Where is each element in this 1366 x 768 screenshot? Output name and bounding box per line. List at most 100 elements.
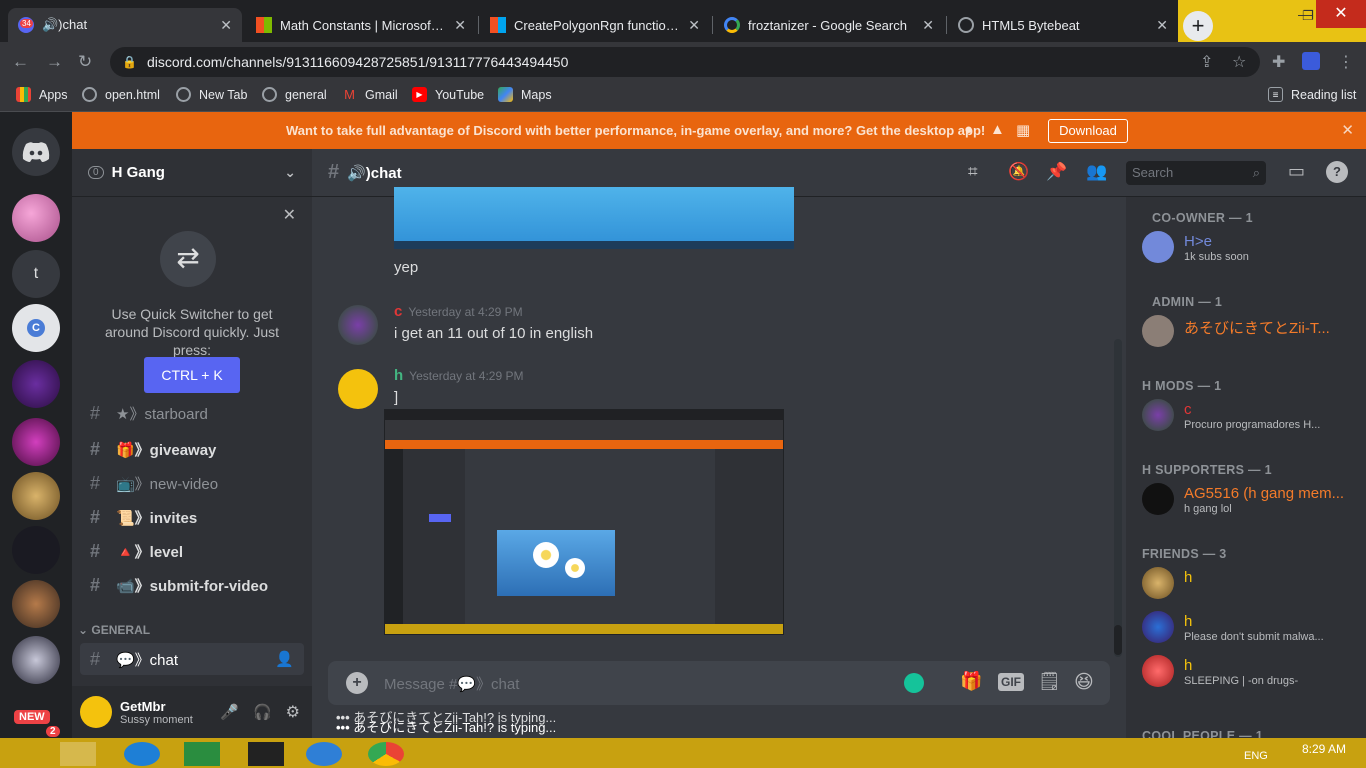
gift-icon[interactable]: 🎁 <box>960 671 982 692</box>
avatar[interactable] <box>338 369 378 409</box>
help-icon[interactable]: ? <box>1326 161 1348 183</box>
reading-list-button[interactable]: ≡ Reading list <box>1268 87 1356 102</box>
bookmark-new-tab[interactable]: New Tab <box>176 87 247 102</box>
close-tab-icon[interactable]: ✕ <box>688 17 700 34</box>
member-item[interactable]: あそびにきてとZii-T... <box>1142 311 1364 353</box>
channel-giveaway[interactable]: # 🎁》giveaway <box>80 433 304 465</box>
search-input[interactable]: Search ⌕ <box>1126 161 1266 185</box>
bookmark-maps[interactable]: Maps <box>498 87 552 102</box>
gif-button[interactable]: GIF <box>998 673 1024 691</box>
chrome-icon[interactable] <box>368 742 404 766</box>
message-input[interactable]: Message #💬》chat <box>384 673 519 694</box>
extensions-icon[interactable]: ✚ <box>1272 52 1285 72</box>
bookmark-apps[interactable]: Apps <box>16 87 68 102</box>
scrollbar-thumb[interactable] <box>1114 625 1122 655</box>
share-icon[interactable]: ⇪ <box>1200 52 1213 72</box>
profile-avatar[interactable] <box>1302 52 1320 70</box>
back-icon[interactable]: ← <box>12 52 29 72</box>
member-group-title: COOL PEOPLE — 1 <box>1142 729 1263 738</box>
member-item[interactable]: h <box>1142 563 1364 605</box>
forward-icon[interactable]: → <box>46 52 63 72</box>
screenshot-attachment[interactable] <box>384 409 784 635</box>
grammarly-icon[interactable] <box>904 673 924 693</box>
member-item[interactable]: H>e 1k subs soon <box>1142 227 1364 269</box>
close-tab-icon[interactable]: ✕ <box>922 17 934 34</box>
member-item[interactable]: c Procuro programadores H... <box>1142 395 1364 437</box>
inbox-icon[interactable]: ▭ <box>1288 161 1305 182</box>
category-general[interactable]: ⌄ GENERAL <box>78 623 150 637</box>
mute-bell-icon[interactable]: 🔕 <box>1008 162 1029 182</box>
emoji-icon[interactable]: 😆 <box>1074 671 1094 694</box>
server-icon-pink[interactable] <box>12 194 60 242</box>
language-indicator[interactable]: ENG <box>1244 750 1268 762</box>
download-button[interactable]: Download <box>1048 119 1128 143</box>
tab-html5-bytebeat[interactable]: HTML5 Bytebeat ✕ <box>948 8 1178 42</box>
store-icon[interactable] <box>184 742 220 766</box>
close-banner-icon[interactable]: ✕ <box>1341 121 1354 139</box>
menu-kebab-icon[interactable]: ⋮ <box>1338 52 1354 72</box>
member-group-title: FRIENDS — 3 <box>1142 547 1227 561</box>
close-icon[interactable]: ✕ <box>283 205 296 225</box>
add-member-icon[interactable]: 👤 <box>275 650 294 668</box>
add-attachment-icon[interactable]: + <box>346 672 368 694</box>
channel-new-video[interactable]: # 📺》new-video <box>80 467 304 499</box>
message-author[interactable]: c Yesterday at 4:29 PM <box>394 303 523 320</box>
pin-icon[interactable]: 📌 <box>1046 162 1067 182</box>
sticker-icon[interactable]: 🗒 <box>1038 671 1061 692</box>
close-tab-icon[interactable]: ✕ <box>1156 17 1168 34</box>
tab-google-search[interactable]: froztanizer - Google Search ✕ <box>714 8 944 42</box>
member-item[interactable]: h Please don't submit malwa... <box>1142 607 1364 649</box>
message-author[interactable]: h Yesterday at 4:29 PM <box>394 367 523 384</box>
server-icon-purple[interactable] <box>12 360 60 408</box>
server-header[interactable]: 0 H Gang ⌄ <box>72 149 312 197</box>
server-icon-brown[interactable] <box>12 580 60 628</box>
server-icon-dog[interactable] <box>12 472 60 520</box>
gear-icon[interactable]: ⚙ <box>286 702 300 722</box>
channel-level[interactable]: # 🔺》level <box>80 535 304 567</box>
member-list-icon[interactable]: 👥 <box>1086 162 1107 182</box>
ctrl-k-button[interactable]: CTRL + K <box>144 357 240 393</box>
reload-icon[interactable]: ↻ <box>78 52 92 72</box>
restore-icon[interactable]: ❐ <box>1302 8 1314 24</box>
address-bar[interactable]: 🔒 discord.com/channels/91311660942872585… <box>110 47 1260 77</box>
avatar[interactable] <box>338 305 378 345</box>
globe-icon <box>262 87 277 102</box>
browser-tab-strip: 34 🔊)chat ✕ Math Constants | Microsoft D… <box>0 0 1366 42</box>
clock[interactable]: 8:29 AM <box>1302 742 1346 756</box>
new-tab-button[interactable]: + <box>1183 11 1213 41</box>
tab-createpolygonrgn[interactable]: CreatePolygonRgn function (win ✕ <box>480 8 710 42</box>
server-icon-t[interactable]: t <box>12 250 60 298</box>
bookmark-open-html[interactable]: open.html <box>82 87 160 102</box>
mute-mic-icon[interactable]: 🎤 <box>220 703 239 721</box>
bookmark-youtube[interactable]: ▶ YouTube <box>412 87 484 102</box>
server-icon-c[interactable]: C <box>12 304 60 352</box>
search-placeholder: Search <box>1132 165 1174 180</box>
channel-starboard[interactable]: # ★》starboard <box>80 403 304 423</box>
server-icon-magenta[interactable] <box>12 418 60 466</box>
taskbar-app-icon[interactable] <box>60 742 96 766</box>
server-icon-dark[interactable] <box>12 526 60 574</box>
edge-icon[interactable] <box>124 742 160 766</box>
server-icon-gray[interactable] <box>12 636 60 684</box>
avatar[interactable] <box>80 696 112 728</box>
bookmark-gmail[interactable]: M Gmail <box>342 87 398 102</box>
close-tab-icon[interactable]: ✕ <box>220 17 232 34</box>
image-attachment[interactable] <box>394 187 794 249</box>
channel-submit-for-video[interactable]: # 📹》submit-for-video <box>80 569 304 601</box>
member-item[interactable]: h SLEEPING | -on drugs- <box>1142 651 1364 693</box>
discord-home-icon[interactable] <box>12 128 60 176</box>
scrollbar-track[interactable] <box>1114 339 1122 657</box>
threads-icon[interactable]: ⌗ <box>968 162 978 182</box>
window-close-button[interactable]: ✕ <box>1316 0 1366 28</box>
ie-icon[interactable] <box>306 742 342 766</box>
close-tab-icon[interactable]: ✕ <box>454 17 466 34</box>
bookmark-star-icon[interactable]: ☆ <box>1232 52 1246 72</box>
channel-invites[interactable]: # 📜》invites <box>80 501 304 533</box>
channel-chat[interactable]: # 💬》chat 👤 <box>80 643 304 675</box>
headphones-icon[interactable]: 🎧 <box>253 703 272 721</box>
member-item[interactable]: AG5516 (h gang mem... h gang lol <box>1142 479 1364 521</box>
tab-chat[interactable]: 34 🔊)chat ✕ <box>8 8 242 42</box>
bookmark-general[interactable]: general <box>262 87 327 102</box>
tab-math-constants[interactable]: Math Constants | Microsoft Doc ✕ <box>246 8 476 42</box>
cmd-icon[interactable] <box>248 742 284 766</box>
